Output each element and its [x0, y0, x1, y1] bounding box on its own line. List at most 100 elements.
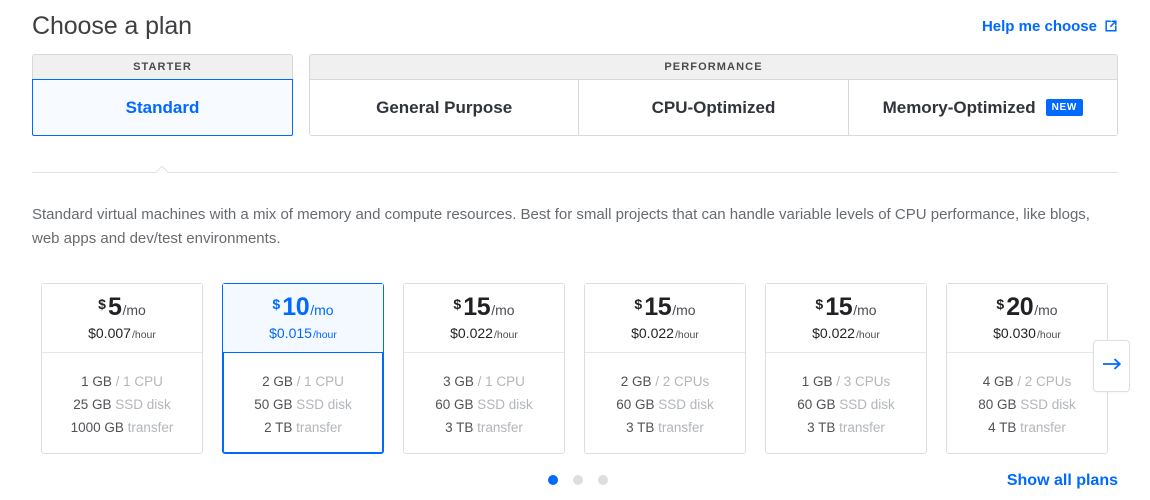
plan-transfer-label: transfer	[835, 420, 885, 435]
plan-spec-disk: 60 GB SSD disk	[616, 396, 714, 414]
plan-transfer-value: 2 TB	[264, 420, 292, 435]
plan-cpu: 1 CPU	[123, 374, 163, 389]
plan-card[interactable]: $ 5 /mo $0.007 /hour 1 GB / 1 CPU 25 GB …	[41, 283, 203, 454]
pagination-dots	[548, 475, 608, 485]
divider-line	[32, 172, 1118, 173]
plan-memory: 2 GB	[262, 374, 293, 389]
plan-price-main: $ 15 /mo	[815, 295, 876, 320]
plan-category-tabs: STARTER Standard PERFORMANCE General Pur…	[32, 54, 1118, 136]
plan-card-specs: 1 GB / 3 CPUs 60 GB SSD disk 3 TB transf…	[766, 353, 926, 453]
plan-amount: 15	[825, 295, 852, 320]
plan-spec-memory-cpu: 4 GB / 2 CPUs	[983, 373, 1072, 391]
external-link-icon	[1104, 19, 1118, 33]
plan-price-main: $ 15 /mo	[634, 295, 695, 320]
plan-spec-transfer: 4 TB transfer	[988, 419, 1066, 437]
plan-hourly-amount: $0.007	[88, 325, 131, 341]
plan-cpu: 2 CPUs	[663, 374, 710, 389]
plan-memory: 4 GB	[983, 374, 1014, 389]
next-plans-button[interactable]	[1093, 340, 1130, 392]
plan-spec-memory-cpu: 2 GB / 2 CPUs	[621, 373, 710, 391]
plan-memory: 3 GB	[443, 374, 474, 389]
tab-cpu-optimized[interactable]: CPU-Optimized	[578, 80, 847, 135]
plan-transfer-label: transfer	[473, 420, 523, 435]
choose-plan-panel: Choose a plan Help me choose STARTER Sta…	[0, 0, 1150, 500]
show-all-plans-link[interactable]: Show all plans	[1007, 472, 1118, 490]
pagination-dot-1[interactable]	[548, 475, 558, 485]
plan-card-specs: 1 GB / 1 CPU 25 GB SSD disk 1000 GB tran…	[42, 353, 202, 453]
plan-period: /mo	[310, 303, 333, 317]
plan-spec-disk: 60 GB SSD disk	[435, 396, 533, 414]
plan-transfer-label: transfer	[1016, 420, 1066, 435]
plan-spec-memory-cpu: 1 GB / 1 CPU	[81, 373, 163, 391]
tab-group-starter-label: STARTER	[33, 55, 292, 80]
plan-currency: $	[272, 297, 280, 311]
plan-card[interactable]: $ 20 /mo $0.030 /hour 4 GB / 2 CPUs 80 G…	[946, 283, 1108, 454]
pagination-dot-2[interactable]	[573, 475, 583, 485]
plan-amount: 15	[644, 295, 671, 320]
plan-amount: 10	[282, 295, 309, 320]
plan-sep: /	[651, 374, 662, 389]
panel-header: Choose a plan Help me choose	[32, 6, 1118, 46]
plan-cpu: 3 CPUs	[844, 374, 891, 389]
tab-general-purpose[interactable]: General Purpose	[310, 80, 578, 135]
help-me-choose-label: Help me choose	[982, 18, 1097, 35]
plan-card-specs: 2 GB / 1 CPU 50 GB SSD disk 2 TB transfe…	[223, 353, 383, 453]
plan-hourly-unit: /hour	[1037, 329, 1061, 341]
tab-standard[interactable]: Standard	[32, 79, 293, 136]
plan-spec-transfer: 3 TB transfer	[445, 419, 523, 437]
plan-hourly: $0.015 /hour	[269, 325, 337, 341]
plan-amount: 15	[463, 295, 490, 320]
tab-general-purpose-label: General Purpose	[376, 98, 512, 118]
plan-sep: /	[474, 374, 485, 389]
plan-amount: 5	[108, 295, 122, 320]
plan-disk-label: SSD disk	[112, 397, 171, 412]
plan-hourly-amount: $0.015	[269, 325, 312, 341]
plan-memory: 1 GB	[81, 374, 112, 389]
plan-card[interactable]: $ 15 /mo $0.022 /hour 3 GB / 1 CPU 60 GB…	[403, 283, 565, 454]
plan-card[interactable]: $ 15 /mo $0.022 /hour 2 GB / 2 CPUs 60 G…	[584, 283, 746, 454]
plan-disk-value: 60 GB	[797, 397, 835, 412]
plan-spec-transfer: 2 TB transfer	[264, 419, 342, 437]
plan-spec-memory-cpu: 3 GB / 1 CPU	[443, 373, 525, 391]
plan-transfer-value: 3 TB	[626, 420, 654, 435]
plan-card-price: $ 20 /mo $0.030 /hour	[947, 284, 1107, 353]
help-me-choose-link[interactable]: Help me choose	[982, 18, 1118, 35]
pagination-dot-3[interactable]	[598, 475, 608, 485]
plan-hourly-amount: $0.022	[631, 325, 674, 341]
plan-cpu: 2 CPUs	[1025, 374, 1072, 389]
section-divider	[32, 165, 1118, 179]
plan-period: /mo	[1034, 303, 1057, 317]
plan-spec-disk: 25 GB SSD disk	[73, 396, 171, 414]
plan-spec-transfer: 3 TB transfer	[626, 419, 704, 437]
tab-standard-label: Standard	[126, 98, 200, 118]
plan-description: Standard virtual machines with a mix of …	[32, 203, 1107, 251]
plan-hourly-unit: /hour	[675, 329, 699, 341]
plan-period: /mo	[853, 303, 876, 317]
plan-hourly-unit: /hour	[856, 329, 880, 341]
plan-disk-label: SSD disk	[474, 397, 533, 412]
plan-sep: /	[1013, 374, 1024, 389]
plan-currency: $	[815, 297, 823, 311]
tab-group-performance-label: PERFORMANCE	[310, 55, 1117, 80]
plan-disk-label: SSD disk	[293, 397, 352, 412]
plan-card-specs: 2 GB / 2 CPUs 60 GB SSD disk 3 TB transf…	[585, 353, 745, 453]
plan-sep: /	[293, 374, 304, 389]
plan-period: /mo	[491, 303, 514, 317]
plan-card[interactable]: $ 15 /mo $0.022 /hour 1 GB / 3 CPUs 60 G…	[765, 283, 927, 454]
plan-currency: $	[453, 297, 461, 311]
tab-memory-optimized-label: Memory-Optimized	[883, 98, 1036, 118]
plan-spec-disk: 50 GB SSD disk	[254, 396, 352, 414]
plan-transfer-label: transfer	[292, 420, 342, 435]
plan-disk-label: SSD disk	[655, 397, 714, 412]
tab-memory-optimized[interactable]: Memory-Optimized NEW	[848, 80, 1117, 135]
plan-hourly-amount: $0.022	[450, 325, 493, 341]
plan-hourly: $0.030 /hour	[993, 325, 1061, 341]
plan-card-price: $ 10 /mo $0.015 /hour	[223, 284, 383, 353]
plan-cpu: 1 CPU	[485, 374, 525, 389]
plan-disk-value: 60 GB	[616, 397, 654, 412]
plan-spec-disk: 80 GB SSD disk	[978, 396, 1076, 414]
plan-card[interactable]: $ 10 /mo $0.015 /hour 2 GB / 1 CPU 50 GB…	[222, 283, 384, 454]
plan-price-main: $ 20 /mo	[996, 295, 1057, 320]
plan-currency: $	[996, 297, 1004, 311]
plan-disk-value: 50 GB	[254, 397, 292, 412]
